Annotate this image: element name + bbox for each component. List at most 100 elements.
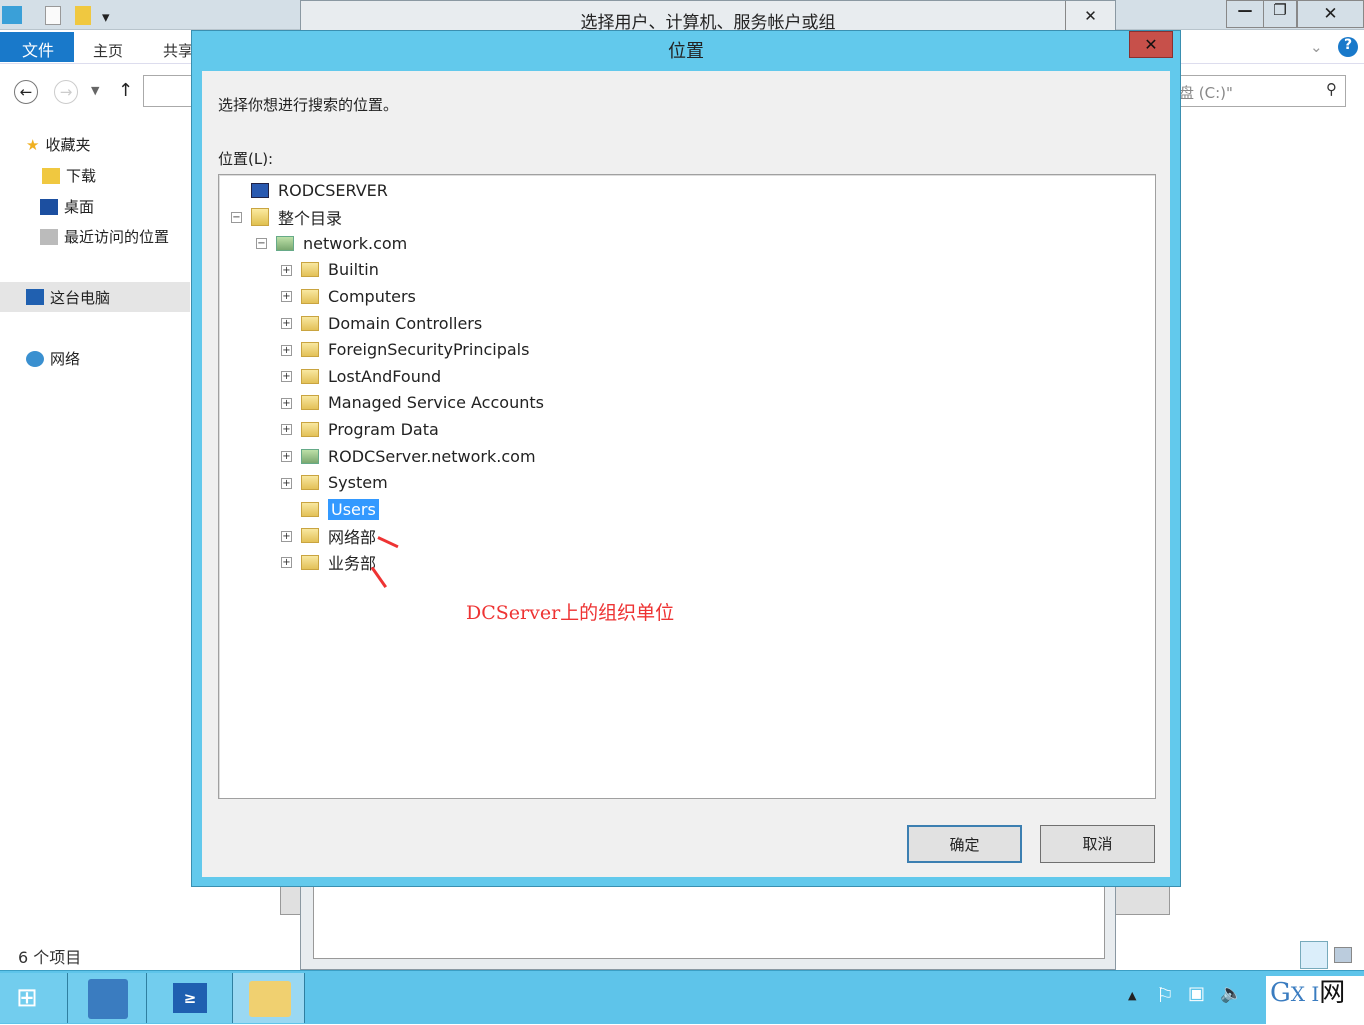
tree-item-label: Builtin [328, 260, 379, 280]
cancel-button[interactable]: 取消 [1040, 825, 1155, 863]
folder-icon [301, 475, 319, 491]
directory-icon [251, 207, 269, 226]
server-manager-button[interactable] [68, 973, 147, 1023]
expand-icon[interactable]: + [281, 557, 292, 569]
powershell-icon: ≥ [173, 983, 207, 1013]
annotation-text: DCServer上的组织单位 [466, 602, 675, 624]
nav-network[interactable]: 网络 [26, 348, 80, 369]
nav-downloads[interactable]: 下载 [42, 165, 96, 186]
quick-access-drive-icon[interactable] [2, 6, 22, 24]
expand-icon[interactable]: + [281, 344, 292, 356]
tab-file[interactable]: 文件 [0, 32, 74, 62]
server-manager-icon [88, 979, 128, 1019]
restore-button[interactable]: ❐ [1263, 0, 1297, 28]
navigation-pane: ★ 收藏夹 下载 桌面 最近访问的位置 这台电脑 网络 [0, 64, 190, 954]
powershell-button[interactable]: ≥ [147, 973, 233, 1023]
tree-item[interactable]: System [301, 471, 388, 495]
location-tree[interactable]: RODCSERVER 整个目录 − network.com − Builtin + Compu… [218, 174, 1156, 799]
taskbar: ⊞ ≥ ▲ ⚐ ▣ 🔈 GX I网 [0, 970, 1364, 1025]
search-input[interactable]: 盘 (C:)" ⚲ [1170, 75, 1346, 107]
large-icons-view-button[interactable] [1334, 947, 1352, 963]
computer-icon [26, 289, 44, 305]
tree-item[interactable]: LostAndFound [301, 364, 441, 388]
tree-item-label: Managed Service Accounts [328, 393, 544, 413]
tree-item[interactable]: 网络部 [301, 524, 376, 548]
search-placeholder: 盘 (C:)" [1179, 84, 1233, 102]
tree-item[interactable]: 业务部 [301, 550, 376, 574]
folder-icon [301, 262, 319, 278]
network-warning-icon[interactable]: ▣ [1188, 983, 1205, 1004]
file-explorer-icon [249, 981, 291, 1017]
customize-dropdown-icon[interactable]: ▾ [102, 8, 110, 26]
tree-item-label: Domain Controllers [328, 313, 483, 333]
expand-icon[interactable]: + [281, 318, 292, 329]
expand-icon[interactable]: + [281, 264, 292, 276]
tree-item[interactable]: ForeignSecurityPrincipals [301, 338, 529, 362]
tree-item-label: 业务部 [328, 554, 377, 574]
tree-item[interactable]: Domain Controllers [301, 311, 482, 335]
tree-item-label: network.com [303, 233, 408, 253]
close-button[interactable]: ✕ [1065, 1, 1115, 31]
watermark-logo: GX I网 [1266, 976, 1364, 1025]
folder-icon [301, 501, 319, 517]
details-view-button[interactable] [1300, 941, 1328, 969]
folder-icon [301, 315, 319, 331]
downloads-icon [42, 167, 60, 184]
tab-share[interactable]: 共享 [163, 40, 193, 61]
tree-item[interactable]: Computers [301, 284, 416, 308]
close-button[interactable]: ✕ [1129, 31, 1173, 58]
tree-item[interactable]: 整个目录 [251, 205, 342, 229]
tab-home[interactable]: 主页 [93, 40, 123, 61]
tree-item-label: LostAndFound [328, 366, 442, 386]
file-explorer-button[interactable] [233, 973, 305, 1023]
folder-icon [301, 288, 319, 304]
prompt-text: 选择你想进行搜索的位置。 [218, 96, 399, 114]
tree-item-label: Users [328, 498, 379, 520]
tree-item[interactable]: Users [301, 497, 379, 521]
nav-this-pc[interactable]: 这台电脑 [0, 282, 190, 312]
expand-icon[interactable]: + [281, 451, 292, 462]
star-icon: ★ [26, 135, 40, 154]
tree-item-label: 整个目录 [278, 208, 343, 228]
collapse-icon[interactable]: − [231, 211, 242, 223]
collapse-icon[interactable]: − [256, 238, 267, 250]
folder-icon [301, 421, 319, 437]
expand-icon[interactable]: + [281, 371, 292, 383]
expand-icon[interactable]: + [281, 291, 292, 303]
start-button[interactable]: ⊞ [0, 973, 68, 1023]
computer-icon [251, 182, 269, 198]
ribbon-expand-icon[interactable]: ⌄ [1310, 38, 1323, 56]
help-icon[interactable]: ? [1338, 37, 1358, 57]
folder-icon [301, 554, 319, 570]
tree-label: 位置(L): [218, 150, 274, 168]
ok-button[interactable]: 确定 [907, 825, 1022, 863]
folder-icon [301, 395, 319, 411]
show-hidden-icons-button[interactable]: ▲ [1128, 989, 1136, 1002]
tree-item[interactable]: Builtin [301, 258, 379, 282]
domain-icon [301, 448, 319, 464]
expand-icon[interactable]: + [281, 424, 292, 436]
new-folder-icon[interactable] [75, 6, 91, 25]
tree-item[interactable]: RODCServer.network.com [301, 444, 536, 468]
locations-dialog: 位置 ✕ 选择你想进行搜索的位置。 位置(L): RODCSERVER 整个目录 −… [191, 30, 1181, 887]
tree-item[interactable]: Program Data [301, 417, 439, 441]
recent-places-icon [40, 228, 58, 245]
nav-recent[interactable]: 最近访问的位置 [40, 226, 169, 247]
tree-item[interactable]: RODCSERVER [251, 178, 388, 202]
tree-item-label: System [328, 473, 388, 493]
close-button[interactable]: ✕ [1297, 0, 1364, 28]
tree-item-label: 网络部 [328, 527, 377, 547]
results-list[interactable] [313, 881, 1105, 959]
expand-icon[interactable]: + [281, 530, 292, 542]
tree-item[interactable]: network.com [276, 231, 407, 255]
nav-desktop[interactable]: 桌面 [40, 196, 94, 217]
expand-icon[interactable]: + [281, 397, 292, 409]
nav-favorites[interactable]: ★ 收藏夹 [26, 134, 90, 155]
properties-icon[interactable] [45, 6, 61, 25]
desktop-icon [40, 198, 58, 215]
expand-icon[interactable]: + [281, 477, 292, 489]
minimize-button[interactable]: — [1226, 0, 1264, 28]
volume-muted-icon[interactable]: 🔈 [1220, 983, 1242, 1004]
action-center-flag-icon[interactable]: ⚐ [1156, 983, 1174, 1007]
tree-item[interactable]: Managed Service Accounts [301, 391, 544, 415]
